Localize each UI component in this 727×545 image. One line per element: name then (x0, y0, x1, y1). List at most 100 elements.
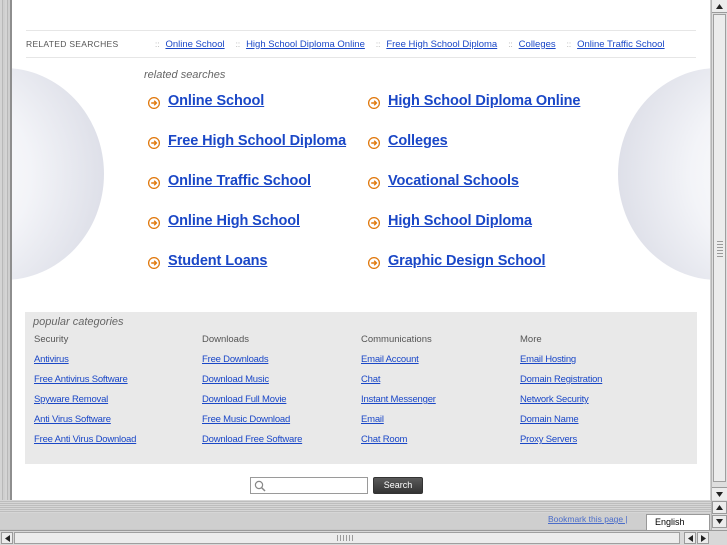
orange-circle-arrow-icon (368, 137, 380, 149)
vertical-scrollbar[interactable] (711, 0, 727, 500)
orange-circle-arrow-icon (148, 257, 160, 269)
result-link[interactable]: Student Loans (168, 253, 268, 269)
category-link[interactable]: Free Antivirus Software (34, 374, 136, 394)
arrow-up-icon (716, 505, 723, 510)
arrow-down-icon (716, 519, 723, 524)
result-link[interactable]: Online Traffic School (168, 173, 311, 189)
category-link[interactable]: Email Account (361, 354, 436, 374)
result-item: Student Loans (148, 253, 368, 293)
search-input[interactable] (251, 481, 367, 496)
orange-circle-arrow-icon (148, 217, 160, 229)
arrow-right-icon (700, 534, 706, 542)
scroll-up-button[interactable] (712, 501, 727, 514)
scroll-left-button[interactable] (1, 532, 13, 544)
result-link[interactable]: Free High School Diploma (168, 133, 346, 149)
category-heading: More (520, 334, 542, 345)
result-item: Colleges (368, 133, 608, 173)
category-link[interactable]: Anti Virus Software (34, 414, 136, 434)
category-column-communications: Communications Email Account Chat Instan… (361, 334, 436, 454)
search-box (250, 477, 368, 496)
scroll-down-button[interactable] (712, 515, 727, 528)
result-item: Graphic Design School (368, 253, 608, 293)
category-column-more: More Email Hosting Domain Registration N… (520, 334, 602, 454)
arrow-left-icon (687, 534, 693, 542)
result-link[interactable]: Vocational Schools (388, 173, 519, 189)
result-item: Free High School Diploma (148, 133, 368, 173)
orange-circle-arrow-icon (148, 97, 160, 109)
popular-categories-panel: popular categories Security Antivirus Fr… (25, 312, 697, 464)
result-link[interactable]: High School Diploma (388, 213, 532, 229)
arrow-up-icon (716, 3, 723, 9)
result-item: High School Diploma (368, 213, 608, 253)
result-item: Online Traffic School (148, 173, 368, 213)
related-link-online-traffic-school[interactable]: Online Traffic School (577, 39, 664, 50)
orange-circle-arrow-icon (368, 217, 380, 229)
category-link[interactable]: Domain Registration (520, 374, 602, 394)
search-form: Search (250, 477, 423, 496)
category-column-downloads: Downloads Free Downloads Download Music … (202, 334, 302, 454)
result-link[interactable]: Colleges (388, 133, 448, 149)
category-column-security: Security Antivirus Free Antivirus Softwa… (34, 334, 136, 454)
result-item: Online School (148, 93, 368, 133)
grip-icon (717, 241, 723, 257)
bottom-frame-band (0, 500, 711, 513)
result-link[interactable]: High School Diploma Online (388, 93, 580, 109)
category-link[interactable]: Email (361, 414, 436, 434)
result-link[interactable]: Online High School (168, 213, 300, 229)
orange-circle-arrow-icon (368, 257, 380, 269)
category-link[interactable]: Chat Room (361, 434, 436, 454)
separator: :: (235, 39, 241, 49)
secondary-vertical-scrollbar[interactable] (711, 500, 727, 530)
category-link[interactable]: Download Free Software (202, 434, 302, 454)
orange-circle-arrow-icon (148, 177, 160, 189)
separator: :: (375, 39, 381, 49)
related-searches-title: RELATED SEARCHES (26, 39, 119, 49)
category-link[interactable]: Proxy Servers (520, 434, 602, 454)
decorative-right-disc (618, 68, 710, 280)
category-heading: Communications (361, 334, 432, 345)
bookmark-link[interactable]: Bookmark this page | (548, 514, 628, 524)
scroll-right-button[interactable] (697, 532, 709, 544)
popular-categories-title: popular categories (33, 316, 124, 328)
arrow-down-icon (716, 491, 723, 497)
grip-icon (337, 535, 353, 541)
category-link[interactable]: Antivirus (34, 354, 136, 374)
category-link[interactable]: Domain Name (520, 414, 602, 434)
page-content: RELATED SEARCHES :: Online School :: Hig… (12, 0, 711, 500)
arrow-left-icon (4, 534, 10, 542)
result-item: High School Diploma Online (368, 93, 608, 133)
category-link[interactable]: Download Full Movie (202, 394, 302, 414)
result-link[interactable]: Graphic Design School (388, 253, 546, 269)
window-left-edge (0, 0, 12, 500)
category-link[interactable]: Chat (361, 374, 436, 394)
separator: :: (566, 39, 572, 49)
category-link[interactable]: Free Anti Virus Download (34, 434, 136, 454)
scrollbar-thumb[interactable] (713, 14, 726, 482)
horizontal-scrollbar[interactable] (0, 530, 727, 545)
related-searches-bar: RELATED SEARCHES :: Online School :: Hig… (26, 30, 696, 58)
result-item: Online High School (148, 213, 368, 253)
category-link[interactable]: Instant Messenger (361, 394, 436, 414)
related-link-online-school[interactable]: Online School (165, 39, 224, 50)
results-grid: Online School High School Diploma Online… (148, 93, 608, 293)
scroll-up-button[interactable] (712, 0, 727, 13)
category-link[interactable]: Free Music Download (202, 414, 302, 434)
scroll-left-button[interactable] (684, 532, 696, 544)
category-link[interactable]: Spyware Removal (34, 394, 136, 414)
category-link[interactable]: Network Security (520, 394, 602, 414)
search-button[interactable]: Search (373, 477, 423, 494)
language-select[interactable]: English (646, 514, 710, 531)
related-link-high-school-diploma-online[interactable]: High School Diploma Online (246, 39, 365, 50)
scroll-down-button[interactable] (712, 487, 727, 500)
related-searches-label: related searches (144, 69, 226, 81)
category-link[interactable]: Download Music (202, 374, 302, 394)
related-link-colleges[interactable]: Colleges (519, 39, 556, 50)
result-item: Vocational Schools (368, 173, 608, 213)
category-link[interactable]: Free Downloads (202, 354, 302, 374)
related-link-free-high-school-diploma[interactable]: Free High School Diploma (386, 39, 497, 50)
category-link[interactable]: Email Hosting (520, 354, 602, 374)
result-link[interactable]: Online School (168, 93, 264, 109)
scrollbar-thumb[interactable] (14, 532, 680, 544)
magnifier-icon (254, 480, 266, 492)
category-heading: Security (34, 334, 69, 345)
